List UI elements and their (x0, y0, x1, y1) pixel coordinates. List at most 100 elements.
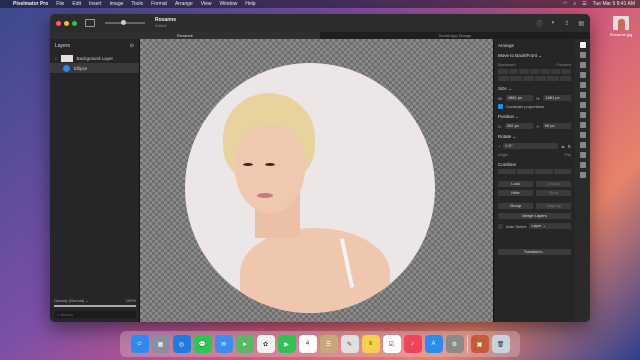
show-button[interactable]: Show (536, 190, 571, 196)
distort-tool-icon[interactable] (579, 122, 586, 128)
y-field[interactable]: 50 px (542, 123, 571, 129)
zoom-tool-icon[interactable] (579, 172, 586, 178)
settings-icon[interactable]: ⚙ (445, 335, 464, 353)
search-icon[interactable]: ⌕ (573, 1, 576, 7)
move-section-title[interactable]: Move to Back/Front ⌄ (498, 53, 571, 59)
minimize-window-button[interactable] (64, 20, 69, 26)
share-icon[interactable]: ⇪ (564, 20, 569, 27)
pixelmator-icon[interactable]: ✎ (340, 335, 359, 353)
menu-help[interactable]: Help (245, 1, 255, 7)
eyedropper-tool-icon[interactable] (579, 162, 586, 168)
menu-arrange[interactable]: Arrange (175, 1, 193, 7)
mail-icon[interactable]: ✉ (214, 335, 233, 353)
sidebar-toggle-icon[interactable] (85, 19, 95, 27)
crop-tool-icon[interactable] (579, 82, 586, 88)
height-field[interactable]: 1881 px (543, 95, 572, 101)
ellipse-photo[interactable] (185, 63, 435, 313)
layer-item-background[interactable]: › Background Layer (50, 53, 139, 63)
tools-toggle-icon[interactable]: ▤ (578, 20, 584, 27)
rotate-section-title[interactable]: Rotate ⌄ (498, 134, 571, 140)
group-button[interactable]: Group (498, 203, 533, 209)
menu-app-name[interactable]: Pixelmator Pro (13, 1, 48, 7)
control-center-icon[interactable]: ☰ (582, 1, 586, 7)
lock-button[interactable]: Lock (498, 181, 533, 187)
photos-icon[interactable]: ✿ (256, 335, 275, 353)
shape-tool-icon[interactable] (579, 132, 586, 138)
move-segment[interactable] (498, 69, 508, 74)
width-field[interactable]: 1881 px (505, 95, 534, 101)
pen-tool-icon[interactable] (579, 152, 586, 158)
angle-dial-icon[interactable]: ◔ (498, 144, 500, 149)
align-center-button[interactable] (510, 76, 522, 81)
move-segment[interactable] (561, 69, 572, 74)
appstore-icon[interactable]: A (424, 335, 443, 353)
move-segment[interactable] (519, 69, 529, 74)
combine-intersect-button[interactable] (535, 169, 553, 174)
canvas[interactable] (140, 39, 493, 322)
safari-icon[interactable]: ◎ (172, 335, 191, 353)
info-icon[interactable]: ⓘ (537, 19, 543, 28)
color-adjust-tool-icon[interactable] (579, 62, 586, 68)
zoom-window-button[interactable] (72, 20, 77, 26)
close-window-button[interactable] (56, 20, 61, 26)
messages-icon[interactable]: 💬 (193, 335, 212, 353)
notes-icon[interactable]: ≡ (361, 335, 380, 353)
menu-file[interactable]: File (56, 1, 64, 7)
move-segment[interactable] (529, 69, 540, 74)
opacity-slider[interactable] (54, 305, 136, 307)
align-right-button[interactable] (522, 76, 534, 81)
combine-exclude-button[interactable] (553, 169, 571, 174)
unlock-button[interactable]: Unlock (536, 181, 571, 187)
flip-horizontal-icon[interactable]: ⇆ (561, 144, 564, 149)
hide-button[interactable]: Hide (498, 190, 533, 196)
menu-image[interactable]: Image (110, 1, 124, 7)
retouch-tool-icon[interactable] (579, 112, 586, 118)
combine-subtract-button[interactable] (516, 169, 534, 174)
move-segment[interactable] (540, 69, 550, 74)
effects-tool-icon[interactable] (579, 72, 586, 78)
menu-format[interactable]: Format (151, 1, 167, 7)
style-tool-icon[interactable] (579, 52, 586, 58)
wifi-icon[interactable]: ◠ (563, 1, 567, 7)
align-top-button[interactable] (534, 76, 547, 81)
align-bottom-button[interactable] (559, 76, 571, 81)
align-left-button[interactable] (498, 76, 510, 81)
trash-icon[interactable]: 🗑 (491, 335, 510, 353)
type-tool-icon[interactable] (579, 142, 586, 148)
tab-roxanne[interactable]: Roxanne (50, 32, 320, 39)
layer-item-ellipse[interactable]: Ellipse (50, 63, 139, 73)
zoom-slider[interactable] (105, 20, 145, 25)
constrain-checkbox[interactable] (498, 104, 503, 109)
size-section-title[interactable]: Size ⌄ (498, 86, 571, 92)
angle-field[interactable]: 0.0° (503, 143, 559, 149)
maps-icon[interactable]: ➤ (235, 335, 254, 353)
menu-window[interactable]: Window (219, 1, 237, 7)
selection-tool-icon[interactable] (579, 92, 586, 98)
reminders-icon[interactable]: ☑ (382, 335, 401, 353)
layers-search-input[interactable]: ⌕ Search (54, 311, 136, 318)
transform-button[interactable]: Transform... (498, 249, 571, 255)
merge-layers-button[interactable]: Merge Layers (498, 213, 571, 219)
x-field[interactable]: 282 px (504, 123, 534, 129)
finder-icon[interactable]: ☺ (130, 335, 149, 353)
move-slider[interactable] (498, 69, 572, 74)
facetime-icon[interactable]: ▶ (277, 335, 296, 353)
auto-select-checkbox[interactable] (498, 223, 503, 229)
music-icon[interactable]: ♪ (403, 335, 422, 353)
chevron-icon[interactable]: › (55, 56, 57, 61)
clock[interactable]: Tue Mar 9 9:41 AM (593, 1, 635, 7)
contacts-icon[interactable]: ☰ (319, 335, 338, 353)
align-middle-button[interactable] (547, 76, 559, 81)
layers-options-icon[interactable]: ⊙ (130, 43, 134, 49)
ungroup-button[interactable]: Ungroup (536, 203, 571, 209)
launchpad-icon[interactable]: ▦ (151, 335, 170, 353)
downloads-icon[interactable]: ▣ (470, 335, 489, 353)
move-segment[interactable] (550, 69, 561, 74)
menu-view[interactable]: View (201, 1, 212, 7)
combine-union-button[interactable] (498, 169, 516, 174)
position-section-title[interactable]: Position ⌄ (498, 114, 571, 120)
menu-insert[interactable]: Insert (89, 1, 102, 7)
move-segment[interactable] (508, 69, 519, 74)
menu-edit[interactable]: Edit (72, 1, 81, 7)
arrange-tool-icon[interactable] (579, 42, 586, 48)
